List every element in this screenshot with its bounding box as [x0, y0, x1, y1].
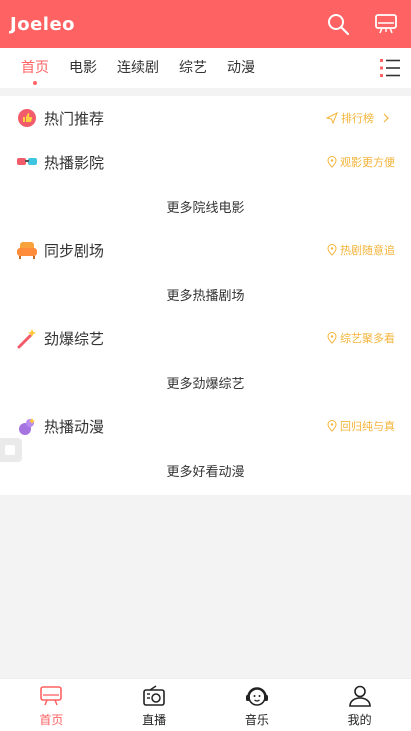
- nav-mine[interactable]: 我的: [308, 679, 411, 731]
- thumbs-up-icon: [16, 107, 38, 129]
- sofa-icon: [16, 239, 38, 261]
- chevron-right-icon: [383, 113, 389, 123]
- drama-tag-label: 热剧随意追: [340, 244, 395, 257]
- tab-anime[interactable]: 动漫: [227, 48, 255, 88]
- location-pin-icon: [327, 420, 337, 432]
- home-content: 热门推荐 排行榜 热播影院 观影更方便 更多院线电影 同步剧场 热剧随意追 更多…: [0, 96, 411, 495]
- nav-home[interactable]: 首页: [0, 679, 103, 731]
- drama-tag[interactable]: 热剧随意追: [327, 242, 395, 258]
- section-anime-title: 热播动漫: [44, 417, 105, 436]
- tv-icon[interactable]: [373, 11, 399, 37]
- more-anime-link[interactable]: 更多好看动漫: [0, 448, 411, 492]
- radio-icon: [141, 683, 167, 709]
- user-icon: [347, 683, 373, 709]
- anime-tag[interactable]: 回归纯与真: [327, 418, 395, 434]
- variety-tag-label: 综艺聚多看: [340, 332, 395, 345]
- section-drama-title: 同步剧场: [44, 241, 105, 260]
- bottom-nav: 首页 直播 音乐 我的: [0, 678, 411, 731]
- section-hot-title: 热门推荐: [44, 109, 105, 128]
- tab-variety[interactable]: 综艺: [179, 48, 207, 88]
- nav-home-label: 首页: [39, 712, 64, 727]
- nav-live[interactable]: 直播: [103, 679, 206, 731]
- send-icon: [326, 112, 338, 124]
- section-variety-title: 劲爆综艺: [44, 329, 105, 348]
- tab-movie[interactable]: 电影: [69, 48, 97, 88]
- section-cinema-header: 热播影院 观影更方便: [0, 140, 411, 184]
- tv-icon: [38, 683, 64, 709]
- tab-home[interactable]: 首页: [21, 48, 49, 88]
- more-variety-link[interactable]: 更多劲爆综艺: [0, 360, 411, 404]
- section-anime-header: 热播动漫 回归纯与真: [0, 404, 411, 448]
- list-menu-icon[interactable]: [379, 57, 401, 79]
- floating-handle[interactable]: [0, 438, 22, 462]
- section-drama-header: 同步剧场 热剧随意追: [0, 228, 411, 272]
- variety-tag[interactable]: 综艺聚多看: [327, 330, 395, 346]
- more-drama-link[interactable]: 更多热播剧场: [0, 272, 411, 316]
- section-cinema-title: 热播影院: [44, 153, 105, 172]
- cinema-tag[interactable]: 观影更方便: [327, 154, 395, 170]
- ranking-label: 排行榜: [341, 112, 374, 125]
- nav-mine-label: 我的: [347, 712, 372, 727]
- section-variety-header: 劲爆综艺 综艺聚多看: [0, 316, 411, 360]
- nav-music-label: 音乐: [244, 712, 269, 727]
- location-pin-icon: [327, 332, 337, 344]
- brand-title: Joeleo: [10, 13, 76, 35]
- headphones-icon: [244, 683, 270, 709]
- location-pin-icon: [327, 156, 337, 168]
- app-header: Joeleo: [0, 0, 411, 48]
- section-hot-header: 热门推荐 排行榜: [0, 96, 411, 140]
- cinema-tag-label: 观影更方便: [340, 156, 395, 169]
- ranking-link[interactable]: 排行榜: [326, 110, 395, 126]
- anime-tag-label: 回归纯与真: [340, 420, 395, 433]
- search-icon[interactable]: [325, 11, 351, 37]
- more-cinema-link[interactable]: 更多院线电影: [0, 184, 411, 228]
- gourd-icon: [16, 415, 38, 437]
- nav-music[interactable]: 音乐: [206, 679, 309, 731]
- location-pin-icon: [327, 244, 337, 256]
- category-tabs: 首页 电影 连续剧 综艺 动漫: [0, 48, 411, 88]
- tab-series[interactable]: 连续剧: [117, 48, 159, 88]
- nav-live-label: 直播: [142, 712, 167, 727]
- magic-wand-icon: [16, 327, 38, 349]
- 3d-glasses-icon: [16, 151, 38, 173]
